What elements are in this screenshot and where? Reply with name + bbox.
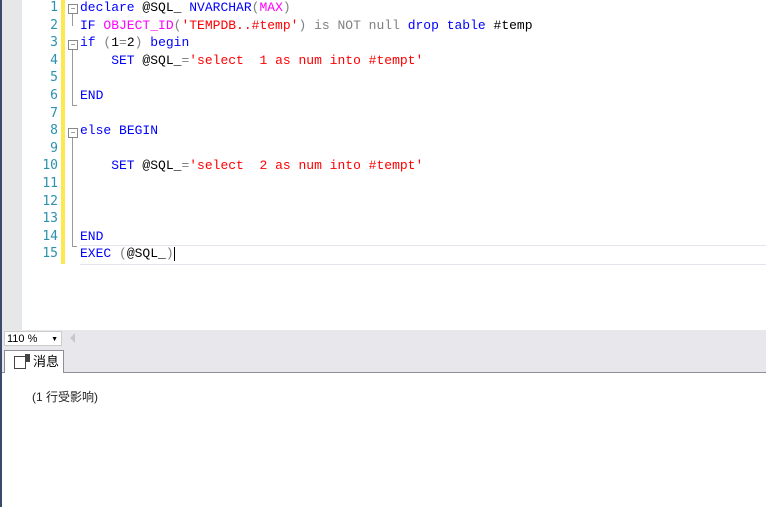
change-tracking-bar <box>61 0 65 264</box>
line-number: 4 <box>50 52 58 68</box>
line-number: 13 <box>42 211 58 227</box>
code-line[interactable]: SET @SQL_='select 1 as num into #tempt' <box>80 53 766 71</box>
code-line[interactable]: END <box>80 88 766 106</box>
scroll-left-arrow[interactable] <box>70 333 75 343</box>
line-number: 14 <box>42 228 58 244</box>
outline-line <box>72 138 73 246</box>
code-token: OBJECT_ID <box>103 17 174 33</box>
code-token: END <box>80 87 104 103</box>
code-token: IF <box>80 17 104 33</box>
tab-messages-label: 消息 <box>33 354 60 369</box>
line-number: 3 <box>50 35 58 51</box>
code-token: begin <box>150 35 190 51</box>
code-token: is NOT null <box>314 17 408 33</box>
outline-line <box>72 50 73 105</box>
code-token: SET <box>80 158 143 174</box>
messages-icon <box>14 354 30 369</box>
tab-messages[interactable]: 消息 <box>4 350 64 373</box>
code-line[interactable]: if (1=2) begin <box>80 35 766 53</box>
code-line[interactable] <box>80 70 766 88</box>
code-line[interactable] <box>80 176 766 194</box>
code-line[interactable] <box>80 211 766 229</box>
code-token: ) <box>282 0 291 15</box>
code-token: ) <box>298 17 315 33</box>
code-line[interactable]: END <box>80 229 766 247</box>
line-number: 6 <box>50 87 58 103</box>
zoom-value: 110 % <box>7 333 38 345</box>
editor-status-bar: 110 % ▼ <box>2 330 766 347</box>
editor-margin <box>2 0 22 330</box>
code-token: @SQL_ <box>142 0 190 15</box>
code-token: = <box>119 35 127 51</box>
code-token: ) <box>165 246 174 262</box>
line-number: 8 <box>50 123 58 139</box>
code-token: ) <box>134 35 151 51</box>
code-area[interactable]: declare @SQL_ NVARCHAR(MAX) IF OBJECT_ID(… <box>80 0 766 265</box>
code-token: drop table <box>407 17 494 33</box>
line-number: 5 <box>50 70 58 86</box>
line-number: 7 <box>50 105 58 121</box>
code-token: 'select 1 as num into #tempt' <box>189 52 424 68</box>
code-token: @SQL_ <box>142 158 182 174</box>
code-token: EXEC <box>80 246 120 262</box>
line-number: 1 <box>50 0 58 15</box>
code-token: 2 <box>126 35 135 51</box>
code-token: END <box>80 228 104 244</box>
outline-end <box>72 105 77 106</box>
chevron-down-icon: ▼ <box>51 336 58 343</box>
code-token: NVARCHAR <box>189 0 252 15</box>
code-token: if <box>80 35 104 51</box>
line-number: 9 <box>50 140 58 156</box>
collapse-icon[interactable]: − <box>68 128 78 138</box>
code-token: ( <box>119 246 127 262</box>
line-number: 11 <box>42 175 58 191</box>
code-line[interactable]: else BEGIN <box>80 123 766 141</box>
text-caret <box>173 246 175 261</box>
zoom-select[interactable]: 110 % ▼ <box>4 331 62 346</box>
code-token: declare <box>80 0 143 15</box>
collapse-icon[interactable]: − <box>68 4 78 14</box>
line-number: 12 <box>42 193 58 209</box>
outline-end <box>72 246 77 247</box>
line-numbers: 1 2 3 4 5 6 7 8 9 10 11 12 13 14 15 <box>22 0 60 264</box>
collapse-icon[interactable]: − <box>68 40 78 50</box>
code-line[interactable] <box>80 106 766 124</box>
code-line[interactable]: EXEC (@SQL_) <box>80 245 766 265</box>
code-line[interactable] <box>80 141 766 159</box>
code-token: MAX <box>259 0 283 15</box>
outline-line <box>72 14 73 26</box>
code-line[interactable]: declare @SQL_ NVARCHAR(MAX) <box>80 0 766 18</box>
code-line[interactable]: IF OBJECT_ID('TEMPDB..#temp') is NOT nul… <box>80 18 766 36</box>
code-line[interactable]: SET @SQL_='select 2 as num into #tempt' <box>80 158 766 176</box>
code-token: 1 <box>111 35 120 51</box>
code-token: #temp <box>493 17 533 33</box>
code-token: @SQL_ <box>126 246 166 262</box>
line-number: 10 <box>42 158 58 174</box>
code-token: 'select 2 as num into #tempt' <box>189 158 424 174</box>
code-token: @SQL_ <box>142 52 182 68</box>
code-token: 'TEMPDB..#temp' <box>181 17 299 33</box>
code-token: else <box>80 123 120 139</box>
line-number: 2 <box>50 17 58 33</box>
results-tabs: 消息 <box>2 347 766 373</box>
code-token: SET <box>80 52 143 68</box>
message-text: (1 行受影响) <box>32 390 99 404</box>
code-line[interactable] <box>80 194 766 212</box>
line-number: 15 <box>42 246 58 262</box>
code-token: BEGIN <box>119 123 159 139</box>
sql-editor[interactable]: 1 2 3 4 5 6 7 8 9 10 11 12 13 14 15 − − − declare @SQL… <box>2 0 766 330</box>
